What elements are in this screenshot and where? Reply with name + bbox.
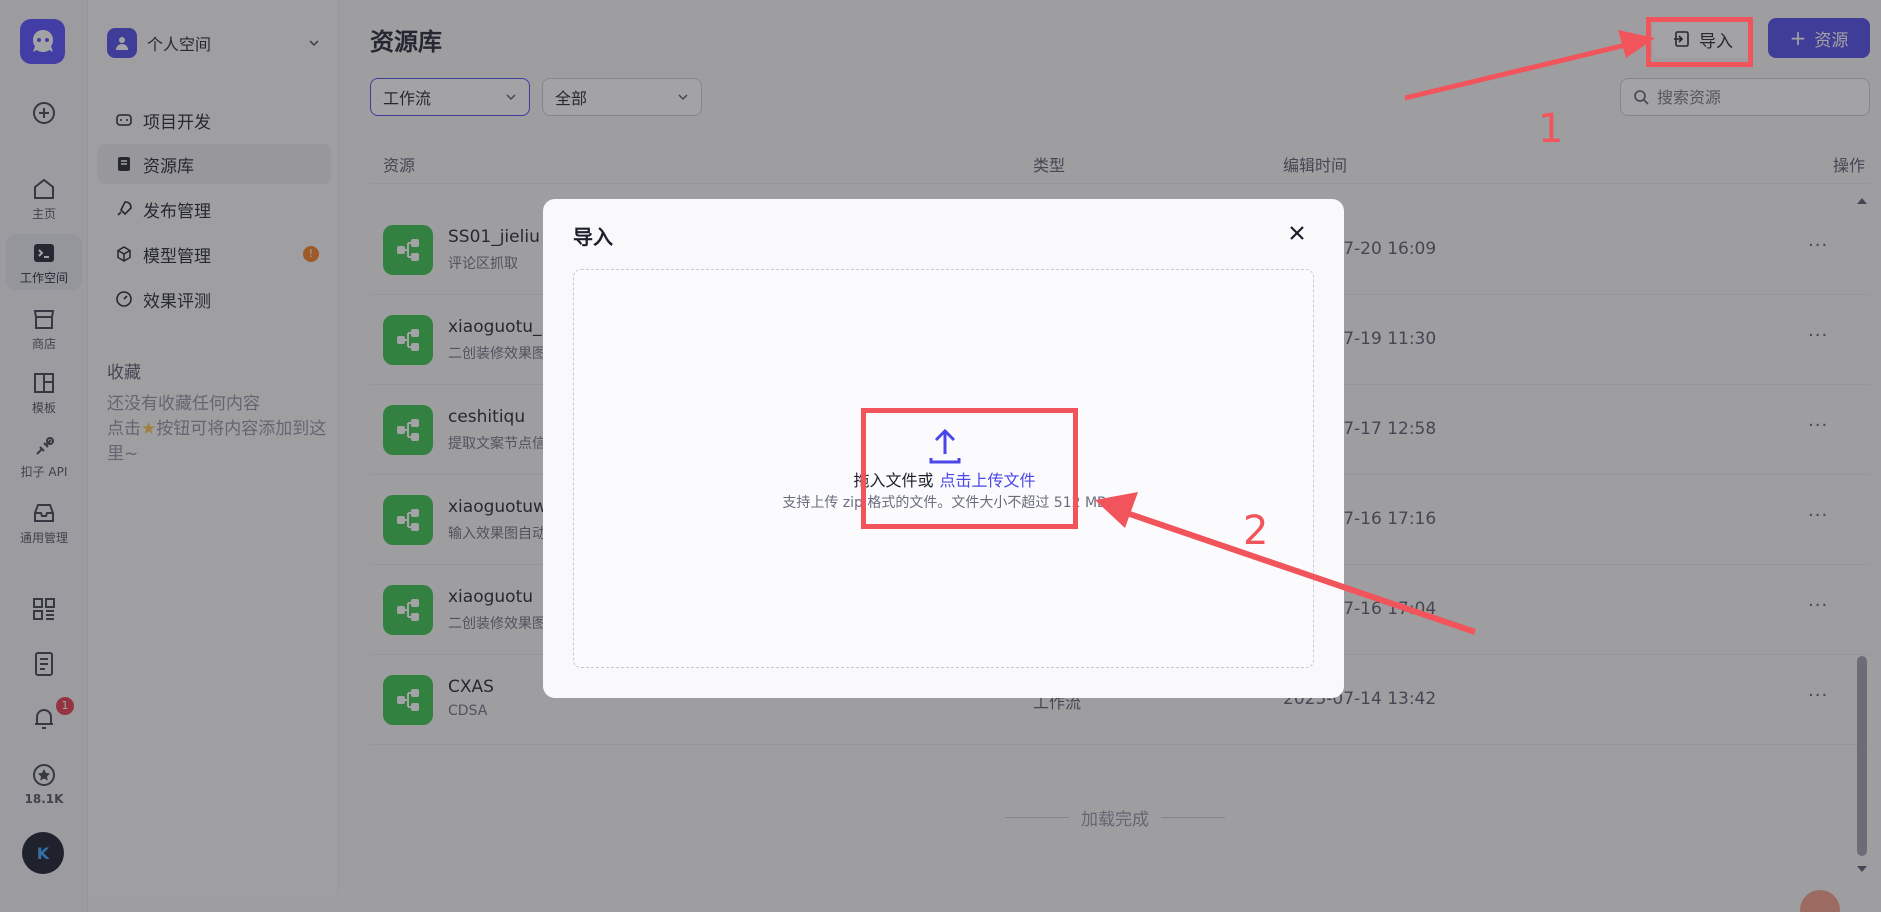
- annotation-arrows: [1095, 30, 1655, 635]
- annotation-arrow-1-head: [1618, 30, 1655, 58]
- annotation-arrow-2-head: [1095, 492, 1138, 528]
- annotation-arrow-1: [1404, 41, 1631, 101]
- annotation-arrow-2: [1117, 507, 1476, 635]
